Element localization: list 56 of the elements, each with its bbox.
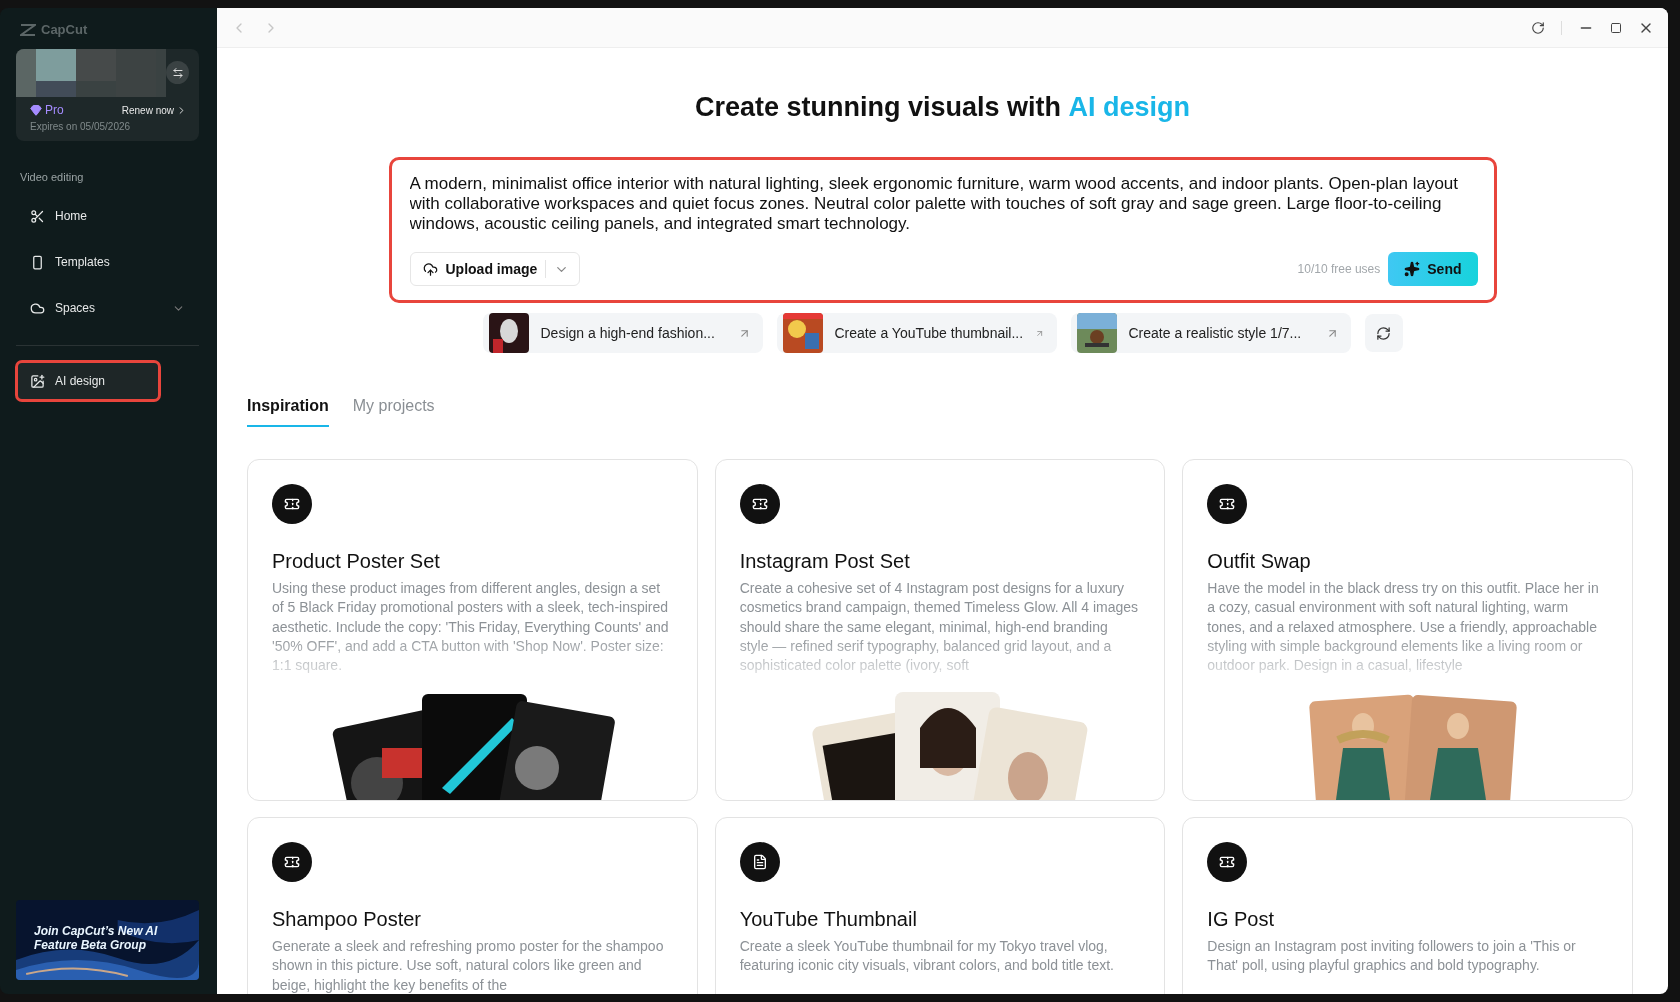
card-title: Instagram Post Set [739,550,911,573]
send-button[interactable]: Send [1388,252,1478,286]
template-card[interactable]: YouTube Thumbnail Create a sleek YouTube thumbnail for my Tokyo travel vlog, featuring iconic city visuals, vibrant colors, and bold title text. [714,817,1166,994]
banner-text: Join CapCut’s New AI Feature Beta Group [34,924,159,952]
cloud-icon [30,300,45,316]
card-title: Shampoo Poster [272,908,422,931]
refresh-suggestions-button[interactable] [1364,314,1403,352]
card-title: Outfit Swap [1207,550,1312,573]
pro-badge: Pro [30,103,64,117]
template-card[interactable]: IG Post Design an Instagram post inviting followers to join a 'This or That' poll, using playful graphics and bold typography. [1182,817,1633,994]
ticket-icon [272,484,312,524]
template-card[interactable]: Shampoo Poster Generate a sleek and refreshing promo poster for the shampoo shown in this picture. Use soft, natural colors like green and beige, highlight the key benefits of the [247,817,698,994]
maximize-icon[interactable] [1610,21,1622,34]
beta-group-banner[interactable]: Join CapCut’s New AI Feature Beta Group [16,900,199,980]
prompt-field[interactable]: A modern, minimalist office interior with natural lighting, sleek ergonomic furniture, warm wood accents, and indoor plants. Open-plan layout with collaborative workspaces and quiet focus zones. Neutral color palette with touches of soft gray and sage green. Large floor-to-ceiling windows, acoustic ceiling panels, and integrated smart technology. [409,174,1478,236]
template-icon [30,254,45,270]
refresh-icon[interactable] [1531,20,1545,35]
free-uses-text: 10/10 free uses [1297,262,1381,276]
card-description: Using these product images from different angles, design a set of 5 Black Friday promotional posters with a sleek, tech-inspired aesthetic. Include the copy: 'This Friday, Everything Counts' and '50% OFF', and add a CTA button with 'Shop Now'. Poster size: 1:1 square. [272,579,670,676]
switch-account-icon[interactable] [166,61,189,84]
card-description: Have the model in the black dress try on this outfit. Place her in a cozy, casual environment with soft natural lighting, warm tones, and a relaxed atmosphere. Use a friendly, approachable styling with simple background elements like a living room or outdoor park. Design in a casual, lifestyle [1207,579,1600,676]
card-description: Create a sleek YouTube thumbnail for my Tokyo travel vlog, featuring iconic city visuals, vibrant colors, and bold title text. [739,937,1115,976]
ticket-icon [1207,842,1248,882]
suggestion-chip[interactable]: Create a realistic style 1/7... [1070,313,1351,353]
scissors-icon [30,208,45,224]
document-icon [739,842,780,882]
ticket-icon [739,484,780,524]
page-title: Create stunning visuals with AI design [694,92,1191,123]
sidebar-item[interactable]: AI design [16,361,160,401]
app-logo: CapCut [20,22,199,37]
renew-link[interactable]: Renew now [121,104,187,116]
sidebar-item[interactable]: Home [16,196,199,236]
suggestion-chip[interactable]: Design a high-end fashion... [482,313,763,353]
upload-image-button[interactable]: Upload image [409,252,581,286]
image-icon [30,373,45,389]
sidebar-item[interactable]: Templates [16,242,199,282]
ticket-icon [1207,484,1248,524]
prompt-card[interactable] [388,157,1497,303]
card-description: Generate a sleek and refreshing promo poster for the shampoo shown in this picture. Use soft, natural colors like green and beige, highlight the key benefits of the [272,937,665,994]
card-title: IG Post [1207,908,1276,931]
refresh-icon [1376,325,1391,341]
card-title: YouTube Thumbnail [739,908,918,931]
card-title: Product Poster Set [272,550,441,573]
template-card[interactable] [1182,459,1633,801]
sparkle-icon [1404,261,1421,277]
ticket-icon [272,842,312,882]
template-card[interactable] [247,459,698,801]
card-description: Create a cohesive set of 4 Instagram post designs for a luxury cosmetics brand campaign, themed Timeless Glow. All 4 images should share the same elegant, minimal, high-end branding style — refined serif typography, balanced grid layout, and a sophisticated color palette (ivory, soft [739,579,1140,676]
template-card[interactable] [714,459,1166,801]
expiry-text: Expires on 05/05/2026 [29,120,132,134]
upload-icon [422,261,438,277]
card-description: Design an Instagram post inviting followers to join a 'This or That' poll, using playful graphics and bold typography. [1207,937,1577,976]
suggestion-chip[interactable]: Create a YouTube thumbnail... [776,313,1057,353]
sidebar-item[interactable]: Spaces [16,288,199,328]
section-label: Video editing [20,171,85,183]
tab[interactable]: Inspiration [247,397,329,427]
